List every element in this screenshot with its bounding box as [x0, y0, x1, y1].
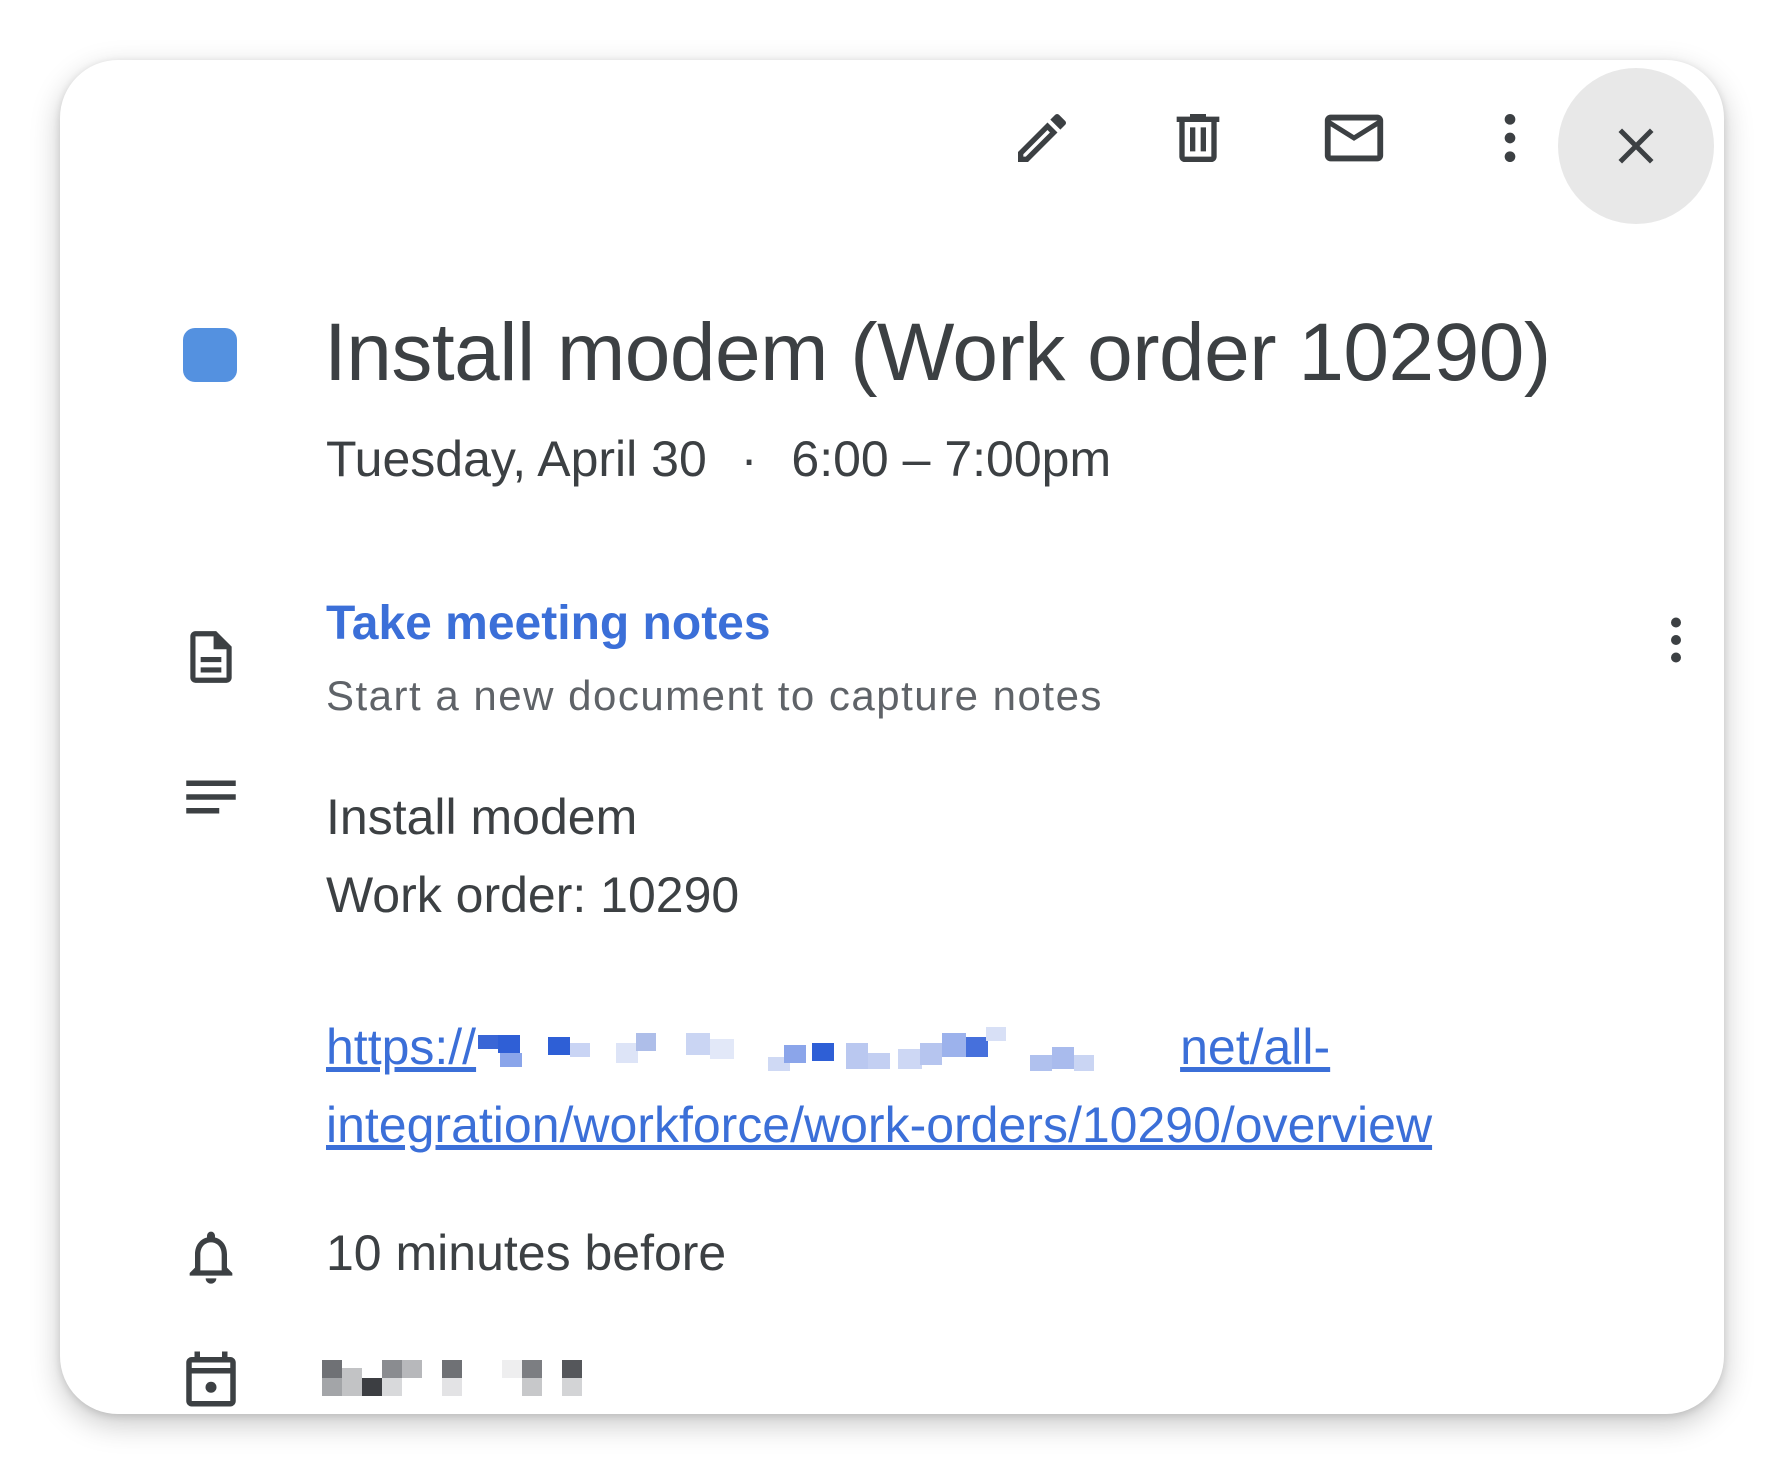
redaction-pixel — [522, 1378, 542, 1396]
redaction-pixel — [500, 1052, 523, 1067]
event-date-time: Tuesday, April 30 · 6:00 – 7:00pm — [326, 430, 1111, 488]
redaction-pixel — [322, 1360, 342, 1378]
redaction-pixel — [636, 1032, 657, 1051]
notes-row-icon — [176, 622, 246, 692]
redaction-pixel — [846, 1042, 869, 1069]
take-meeting-notes-subtitle: Start a new document to capture notes — [326, 672, 1103, 719]
calendar-row-icon — [176, 1344, 246, 1414]
work-order-link-suffix: net/all- — [1180, 1019, 1331, 1075]
calendar-icon — [186, 1351, 236, 1407]
redaction-pixel — [1052, 1046, 1075, 1069]
redaction-pixel — [322, 1378, 342, 1396]
redaction-pixel — [362, 1378, 382, 1396]
redaction-pixel — [920, 1042, 943, 1065]
more-vert-icon — [1504, 114, 1516, 162]
redaction-pixel — [342, 1368, 362, 1396]
description-lines-icon — [186, 780, 236, 814]
redaction-pixel — [498, 1034, 521, 1053]
redaction-pixel — [402, 1360, 422, 1378]
document-icon — [190, 631, 232, 683]
redaction-pixel — [710, 1038, 735, 1059]
bell-icon — [189, 1231, 233, 1284]
redaction-pixel — [562, 1360, 582, 1378]
redaction-pixel — [442, 1360, 462, 1378]
redaction-pixel — [616, 1042, 639, 1063]
reminder-text: 10 minutes before — [326, 1225, 727, 1281]
work-order-link[interactable]: https:// net/all- — [326, 1018, 1330, 1079]
redaction-pixel — [1074, 1054, 1095, 1071]
description-row-icon — [176, 762, 246, 832]
redaction-pixel — [986, 1026, 1007, 1041]
redaction-pixel — [382, 1360, 402, 1378]
trash-icon — [1176, 114, 1220, 162]
delete-event-button[interactable] — [1128, 68, 1268, 208]
redaction-pixel — [442, 1378, 462, 1396]
redaction-pixel — [812, 1042, 835, 1061]
redaction-pixel — [382, 1378, 402, 1396]
event-time: 6:00 – 7:00pm — [791, 431, 1112, 487]
edit-event-button[interactable] — [972, 68, 1112, 208]
redaction-pixel — [966, 1036, 989, 1057]
event-title: Install modem (Work order 10290) — [324, 307, 1551, 398]
redaction-pixel — [686, 1032, 711, 1055]
redaction-pixel — [502, 1360, 522, 1378]
redaction-pixel — [478, 1034, 499, 1049]
redaction-pixel — [570, 1042, 591, 1057]
mail-icon — [1324, 114, 1384, 162]
redaction-pixel — [522, 1360, 542, 1378]
description-line-1: Install modem — [326, 789, 638, 845]
work-order-link-line-2[interactable]: integration/workforce/work-orders/10290/… — [326, 1096, 1432, 1154]
reminder-row-icon — [176, 1222, 246, 1292]
redaction-pixel — [784, 1044, 807, 1063]
take-meeting-notes-link[interactable]: Take meeting notes — [326, 596, 771, 651]
redacted-calendar-name — [322, 1358, 586, 1398]
email-guests-button[interactable] — [1284, 68, 1424, 208]
redaction-pixel — [548, 1036, 571, 1055]
redacted-hostname — [478, 1023, 1178, 1079]
more-vert-icon — [1671, 617, 1681, 663]
close-icon — [1618, 128, 1654, 164]
redaction-pixel — [868, 1052, 891, 1069]
notes-more-options-button[interactable] — [1636, 600, 1716, 680]
redaction-pixel — [562, 1378, 582, 1396]
separator-dot: · — [740, 431, 758, 487]
redaction-pixel — [942, 1032, 967, 1057]
redaction-pixel — [1030, 1054, 1053, 1071]
redaction-pixel — [898, 1048, 923, 1069]
event-date: Tuesday, April 30 — [326, 431, 707, 487]
description-line-2: Work order: 10290 — [326, 867, 740, 923]
work-order-link-prefix: https:// — [326, 1019, 477, 1075]
pencil-icon — [1018, 113, 1067, 162]
event-details-popup: Install modem (Work order 10290) Tuesday… — [60, 60, 1724, 1414]
event-color-swatch — [183, 328, 237, 382]
close-button[interactable] — [1558, 68, 1714, 224]
